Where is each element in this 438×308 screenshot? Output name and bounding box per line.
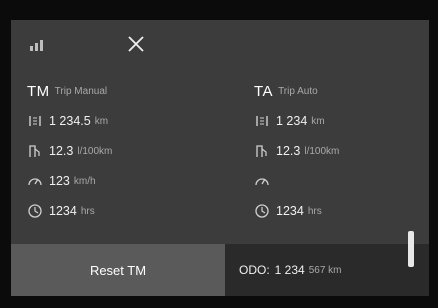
trip-manual-time-row: 1234 hrs <box>27 196 227 226</box>
trip-auto-distance-unit: km <box>311 115 325 127</box>
trip-auto-distance-row: 1 234 km <box>254 106 438 136</box>
fuel-consumption-icon <box>256 145 267 157</box>
scrollbar[interactable] <box>408 231 414 267</box>
close-icon <box>128 36 144 52</box>
trip-panel: TM Trip Manual 1 234.5 km 12.3 l/100km 1… <box>11 20 429 296</box>
trip-auto-abbr: TA <box>254 82 274 100</box>
top-bar <box>11 20 429 76</box>
trip-auto-time-row: 1234 hrs <box>254 196 438 226</box>
fuel-consumption-icon <box>29 145 40 157</box>
trip-computer-screen: TM Trip Manual 1 234.5 km 12.3 l/100km 1… <box>0 0 438 308</box>
trip-manual-distance-unit: km <box>94 115 109 127</box>
trip-manual-subtitle: Trip Manual <box>54 85 108 97</box>
trip-manual-consumption-value: 12.3 <box>49 144 74 158</box>
signal-strength-icon <box>30 39 46 51</box>
trip-auto-time-value: 1234 <box>276 204 304 218</box>
trip-manual-header: TM Trip Manual <box>27 76 227 106</box>
bottom-bar: Reset TM ODO: 1 234 567 km <box>11 244 429 296</box>
trip-auto-subtitle: Trip Auto <box>278 85 318 97</box>
trip-auto-consumption-row: 12.3 l/100km <box>254 136 438 166</box>
odometer-label: ODO: <box>239 263 270 277</box>
trip-manual-consumption-unit: l/100km <box>77 145 113 157</box>
trip-auto-consumption-value: 12.3 <box>276 144 301 158</box>
trip-auto-column: TA Trip Auto 1 234 km 12.3 l/100km 1234 … <box>254 76 438 226</box>
clock-icon <box>255 204 269 218</box>
trip-manual-abbr: TM <box>27 82 50 100</box>
trip-manual-consumption-row: 12.3 l/100km <box>27 136 227 166</box>
odometer: ODO: 1 234 567 km <box>239 244 342 296</box>
trip-manual-speed-unit: km/h <box>73 175 96 187</box>
clock-icon <box>28 204 42 218</box>
trip-manual-time-unit: hrs <box>80 205 95 217</box>
trip-auto-consumption-unit: l/100km <box>304 145 340 157</box>
trip-manual-time-value: 1234 <box>49 204 77 218</box>
distance-icon <box>29 116 41 126</box>
speedometer-icon <box>28 178 42 186</box>
distance-icon <box>256 116 268 126</box>
reset-tm-button[interactable]: Reset TM <box>11 244 225 296</box>
odometer-value: 1 234 <box>274 263 305 277</box>
speedometer-icon <box>255 178 269 186</box>
trip-auto-speed-row <box>254 166 438 196</box>
odometer-unit: 567 km <box>308 264 342 276</box>
trip-auto-header: TA Trip Auto <box>254 76 438 106</box>
trip-manual-speed-value: 123 <box>49 174 70 188</box>
close-button[interactable] <box>124 32 148 56</box>
trip-manual-distance-row: 1 234.5 km <box>27 106 227 136</box>
trip-manual-speed-row: 123 km/h <box>27 166 227 196</box>
trip-manual-column: TM Trip Manual 1 234.5 km 12.3 l/100km 1… <box>27 76 227 226</box>
trip-manual-distance-value: 1 234.5 <box>49 114 91 128</box>
trip-auto-time-unit: hrs <box>307 205 322 217</box>
trip-auto-distance-value: 1 234 <box>276 114 308 128</box>
